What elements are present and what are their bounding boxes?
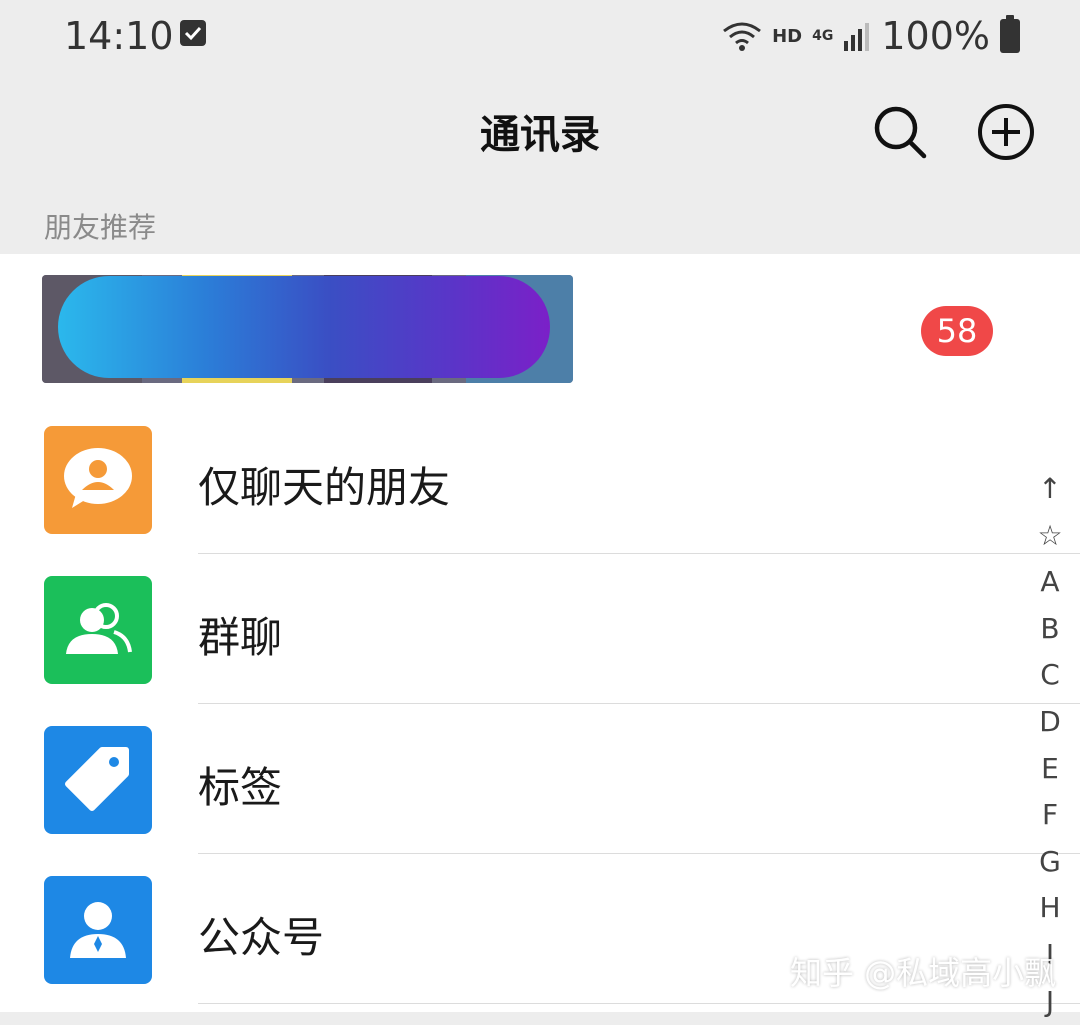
battery-percent: 100% bbox=[881, 14, 990, 58]
tag-icon bbox=[44, 726, 152, 834]
friend-recommend-row[interactable] bbox=[0, 254, 1080, 404]
network-type: 4G bbox=[812, 28, 834, 44]
chat-only-friends-icon bbox=[44, 426, 152, 534]
index-letter[interactable]: E bbox=[1030, 746, 1070, 793]
index-letter[interactable]: B bbox=[1030, 606, 1070, 653]
index-letter[interactable]: A bbox=[1030, 559, 1070, 606]
unread-badge: 58 bbox=[921, 306, 993, 356]
list-item-label: 公众号 bbox=[198, 913, 325, 962]
alphabet-index[interactable]: ↑ ☆ A B C D E F G H I J bbox=[1030, 466, 1070, 1025]
status-bar: 14:10 HD 4G 100% bbox=[0, 0, 1080, 78]
status-indicators: HD 4G 100% bbox=[722, 14, 1020, 58]
redaction-overlay bbox=[58, 276, 550, 378]
index-letter[interactable]: H bbox=[1030, 885, 1070, 932]
list-item-label: 群聊 bbox=[198, 613, 283, 662]
notification-check-icon bbox=[180, 20, 206, 46]
status-time: 14:10 bbox=[64, 14, 174, 58]
plus-circle-icon[interactable] bbox=[976, 102, 1036, 162]
hd-indicator: HD bbox=[772, 25, 803, 47]
index-star[interactable]: ☆ bbox=[1030, 513, 1070, 560]
contacts-menu-list: 仅聊天的朋友 群聊 标签 公众号 bbox=[0, 404, 1080, 1012]
battery-icon bbox=[1000, 15, 1020, 53]
index-letter[interactable]: G bbox=[1030, 839, 1070, 886]
list-item-tags[interactable]: 标签 bbox=[0, 704, 1080, 854]
wifi-icon bbox=[723, 22, 762, 51]
divider bbox=[198, 1003, 1080, 1004]
list-item-label: 标签 bbox=[198, 763, 283, 812]
watermark: 知乎 @私域高小飘 bbox=[790, 954, 1057, 992]
group-chat-icon bbox=[44, 576, 152, 684]
index-letter[interactable]: D bbox=[1030, 699, 1070, 746]
signal-icon bbox=[844, 23, 870, 51]
section-label-friend-recommend: 朋友推荐 bbox=[44, 211, 157, 244]
search-icon[interactable] bbox=[872, 104, 928, 160]
list-item-chat-only-friends[interactable]: 仅聊天的朋友 bbox=[0, 404, 1080, 554]
official-account-icon bbox=[44, 876, 152, 984]
header-bar: 通讯录 bbox=[0, 78, 1080, 188]
list-item-group-chat[interactable]: 群聊 bbox=[0, 554, 1080, 704]
list-item-label: 仅聊天的朋友 bbox=[198, 463, 451, 512]
index-letter[interactable]: F bbox=[1030, 792, 1070, 839]
index-up-arrow[interactable]: ↑ bbox=[1030, 466, 1070, 513]
index-letter[interactable]: C bbox=[1030, 652, 1070, 699]
